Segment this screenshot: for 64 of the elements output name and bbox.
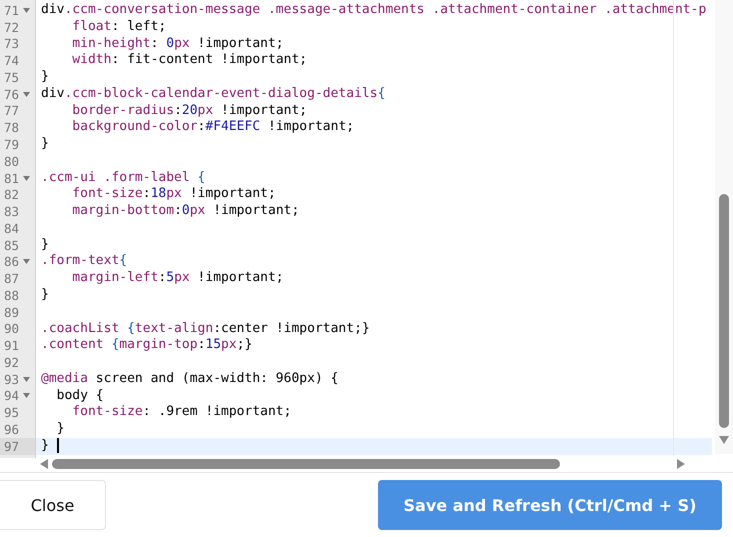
line-number: 79 [4,137,20,152]
code-line: .ccm-ui .form-label { [40,170,206,186]
code-editor[interactable] [0,0,733,473]
line-number: 71 [4,2,20,18]
line-number: 95 [4,405,20,420]
code-line: font-size:18px !important; [71,186,276,204]
line-number: 77 [4,103,20,118]
close-button[interactable]: Close [0,480,106,530]
line-number: 84 [4,220,20,236]
line-number: 86 [4,254,20,270]
code-line: width: fit-content !important; [71,52,308,70]
line-number: 97 [4,438,20,454]
code-line: @media screen and (max-width: 960px) { [40,370,338,388]
line-number: 93 [4,372,20,387]
code-line: } [40,69,49,86]
code-line: margin-bottom:0px !important; [71,203,300,220]
line-number: 85 [4,238,20,253]
text-cursor [56,438,59,453]
fold-arrow-icon[interactable] [23,376,30,382]
code-line: } [40,236,49,254]
line-number: 91 [4,338,20,354]
line-number: 89 [4,304,20,320]
line-number: 82 [4,187,20,202]
line-number: 75 [4,70,20,85]
fold-arrow-icon[interactable] [23,176,30,181]
code-line: .content {margin-top:15px;} [40,337,252,354]
code-line: background-color:#F4EEFC !important; [71,119,354,136]
code-line: min-height: 0px !important; [71,36,284,52]
line-number: 73 [4,36,20,52]
line-number: 76 [4,86,20,102]
line-number: 90 [4,321,20,336]
code-line: div.ccm-block-calendar-event-dialog-details{ [40,86,386,103]
line-number: 92 [4,354,20,370]
code-line: float: left; [71,18,166,36]
line-number: 96 [4,422,20,438]
line-number: 88 [4,288,20,303]
code-line: border-radius:20px !important; [71,102,308,120]
code-line: div.ccm-conversation-message .message-attachments .attachment-container .attachment-p [40,2,706,19]
code-line: margin-left:5px !important; [71,270,284,288]
line-number: 72 [4,20,20,35]
code-line: .form-text{ [40,253,128,270]
horizontal-scrollbar-thumb[interactable] [52,459,560,469]
line-number: 81 [4,170,20,186]
scroll-down-icon[interactable] [719,436,729,444]
fold-arrow-icon[interactable] [23,393,30,398]
fold-arrow-icon[interactable] [23,8,30,13]
code-line: .coachList {text-align:center !important;} [40,320,370,338]
vertical-scrollbar-thumb[interactable] [719,194,729,428]
line-number: 80 [4,154,20,169]
code-line: font-size: .9rem !important; [71,404,292,422]
fold-arrow-icon[interactable] [23,92,30,97]
code-line: body { [56,388,104,404]
line-number: 87 [4,271,20,286]
line-number: 74 [4,53,20,68]
code-line: } [56,421,64,438]
code-line: } [40,287,49,304]
scroll-right-icon[interactable] [677,459,685,469]
code-line: } [40,136,49,153]
line-number: 94 [4,388,20,404]
code-line: } [36,438,59,455]
line-number: 78 [4,120,20,136]
scroll-left-icon[interactable] [40,459,48,469]
line-number: 83 [4,204,20,220]
fold-arrow-icon[interactable] [23,259,30,264]
